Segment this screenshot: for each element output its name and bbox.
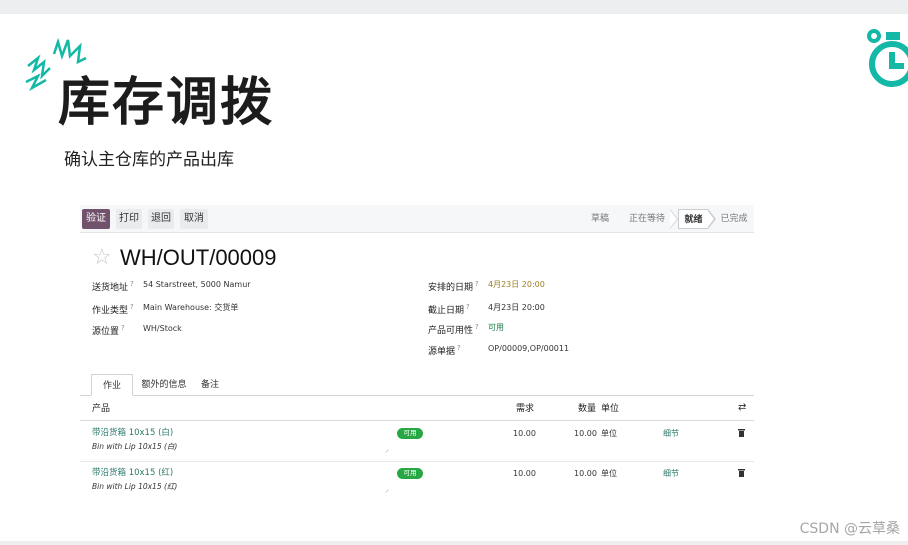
stage-waiting[interactable]: 正在等待	[624, 209, 670, 229]
validate-button[interactable]: 验证	[82, 209, 110, 229]
row-2-product[interactable]: 带沿货箱 10x15 (红)	[92, 467, 173, 479]
row-1-details-link[interactable]: 细节	[663, 428, 679, 440]
row-1-resize-handle[interactable]: ⸝	[385, 445, 389, 455]
column-demand[interactable]: 需求	[516, 403, 534, 415]
operation-type-label: 作业类型?	[92, 303, 134, 316]
source-document-label: 源单据?	[428, 344, 461, 357]
stage-ready[interactable]: 就绪	[678, 209, 708, 229]
delivery-address-label: 送货地址?	[92, 280, 134, 293]
watermark: CSDN @云草桑	[799, 521, 900, 537]
bottom-border	[0, 541, 908, 545]
top-band	[0, 0, 908, 14]
column-unit[interactable]: 单位	[601, 403, 619, 415]
row-1-status-badge: 可用	[397, 428, 423, 439]
scheduled-date-label: 安排的日期?	[428, 280, 479, 293]
row-1-quantity[interactable]: 10.00	[574, 428, 597, 440]
record-reference: WH/OUT/00009	[120, 245, 277, 270]
optional-columns-icon[interactable]: ⇄	[738, 402, 746, 414]
cancel-button[interactable]: 取消	[180, 209, 208, 229]
row-2-description[interactable]: Bin with Lip 10x15 (红)	[92, 481, 177, 493]
tab-operations[interactable]: 作业	[91, 374, 133, 396]
row-1-delete-icon[interactable]	[738, 429, 745, 437]
source-location-value[interactable]: WH/Stock	[143, 323, 182, 335]
operation-type-value[interactable]: Main Warehouse: 交货单	[143, 302, 238, 314]
row-1-demand[interactable]: 10.00	[513, 428, 536, 440]
row-1-unit[interactable]: 单位	[601, 428, 617, 440]
slide-subtitle: 确认主仓库的产品出库	[64, 150, 234, 170]
column-quantity[interactable]: 数量	[578, 403, 596, 415]
scheduled-date-value[interactable]: 4月23日 20:00	[488, 279, 545, 291]
odoo-form-screenshot: 验证 打印 退回 取消 草稿 正在等待 就绪 已完成 ☆ WH/OUT/0000…	[80, 205, 754, 495]
stage-done[interactable]: 已完成	[718, 209, 750, 229]
tab-note[interactable]: 备注	[196, 374, 224, 396]
row-2-delete-icon[interactable]	[738, 469, 745, 477]
source-location-label: 源位置?	[92, 324, 125, 337]
row-2-unit[interactable]: 单位	[601, 468, 617, 480]
return-button[interactable]: 退回	[148, 209, 174, 229]
favorite-star-icon[interactable]: ☆	[92, 246, 112, 270]
stage-separator-inner	[670, 210, 677, 228]
availability-label: 产品可用性?	[428, 323, 479, 336]
row-1-product[interactable]: 带沿货箱 10x15 (白)	[92, 427, 173, 439]
table-header-border	[80, 420, 754, 421]
row-2-details-link[interactable]: 细节	[663, 468, 679, 480]
slide-title: 库存调拨	[58, 73, 275, 133]
source-document-value[interactable]: OP/00009,OP/00011	[488, 343, 569, 355]
row-2-demand[interactable]: 10.00	[513, 468, 536, 480]
delivery-address-value[interactable]: 54 Starstreet, 5000 Namur	[143, 279, 251, 291]
print-button[interactable]: 打印	[116, 209, 142, 229]
stopwatch-icon	[867, 29, 908, 87]
deadline-value[interactable]: 4月23日 20:00	[488, 302, 545, 314]
row-2-quantity[interactable]: 10.00	[574, 468, 597, 480]
tab-extra-info[interactable]: 额外的信息	[136, 374, 192, 396]
deadline-label: 截止日期?	[428, 303, 470, 316]
stage-active-arrow-inner	[707, 210, 714, 228]
availability-value: 可用	[488, 323, 504, 332]
column-product[interactable]: 产品	[92, 403, 110, 415]
stage-draft[interactable]: 草稿	[584, 209, 616, 229]
row-2-resize-handle[interactable]: ⸝	[385, 485, 389, 495]
row-2-status-badge: 可用	[397, 468, 423, 479]
status-bar: 验证 打印 退回 取消 草稿 正在等待 就绪 已完成	[80, 205, 754, 233]
row-1-description[interactable]: Bin with Lip 10x15 (白)	[92, 441, 177, 453]
row-separator	[80, 461, 754, 462]
